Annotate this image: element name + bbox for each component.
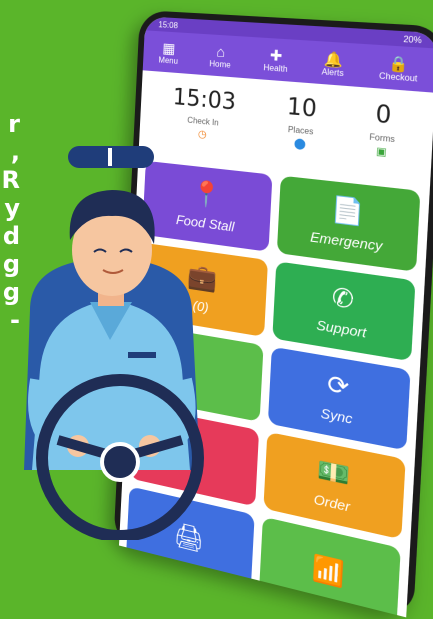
health-icon: ✚ <box>269 46 283 64</box>
menu-icon: ▦ <box>162 39 176 57</box>
tile-label: Order <box>313 491 351 515</box>
document-icon: 📄 <box>330 195 365 228</box>
nav-label: Alerts <box>321 66 345 78</box>
edge-char: r <box>8 110 20 138</box>
wheel-hub <box>100 442 140 482</box>
tile-support[interactable]: ✆ Support <box>272 261 416 362</box>
tile-emergency[interactable]: 📄 Emergency <box>276 175 421 272</box>
nav-label: Home <box>209 58 232 70</box>
tile-label: Sync <box>320 405 353 427</box>
pocket <box>128 352 156 358</box>
tile-sync[interactable]: ⟳ Sync <box>267 346 411 451</box>
stat-places: 10 Places ⬤ <box>284 94 318 171</box>
nav-label: Menu <box>158 54 179 66</box>
stat-label: Places <box>287 124 314 137</box>
tile-label: Emergency <box>309 228 383 255</box>
nav-home[interactable]: ⌂ Home <box>209 42 232 70</box>
roof-light-mark <box>108 148 112 166</box>
location-icon: ⬤ <box>293 137 307 151</box>
stat-value: 0 <box>374 101 392 130</box>
lock-icon: 🔒 <box>388 53 410 73</box>
clock-icon: ◷ <box>197 128 207 141</box>
nav-label: Checkout <box>378 70 418 84</box>
nav-health[interactable]: ✚ Health <box>263 46 289 74</box>
driver-illustration <box>24 146 204 540</box>
stat-value: 15:03 <box>172 84 237 116</box>
nav-label: Health <box>263 62 288 74</box>
nav-alerts[interactable]: 🔔 Alerts <box>321 49 345 78</box>
whatsapp-icon: ✆ <box>331 283 355 316</box>
form-icon: ▣ <box>375 145 388 159</box>
nav-checkout[interactable]: 🔒 Checkout <box>379 53 419 83</box>
money-icon: 💵 <box>316 455 351 492</box>
tile-label: Support <box>316 316 367 341</box>
home-icon: ⌂ <box>216 42 226 60</box>
nav-menu[interactable]: ▦ Menu <box>158 39 179 66</box>
stat-label: Forms <box>369 132 396 145</box>
status-battery: 20% <box>403 33 423 45</box>
wifi-icon: 📶 <box>311 553 346 590</box>
sync-icon: ⟳ <box>326 370 350 403</box>
status-time: 15:08 <box>158 19 179 30</box>
bell-icon: 🔔 <box>323 49 344 68</box>
stat-value: 10 <box>286 94 318 124</box>
stat-forms: 0 Forms ▣ <box>367 101 397 179</box>
stat-label: Check In <box>187 115 219 128</box>
